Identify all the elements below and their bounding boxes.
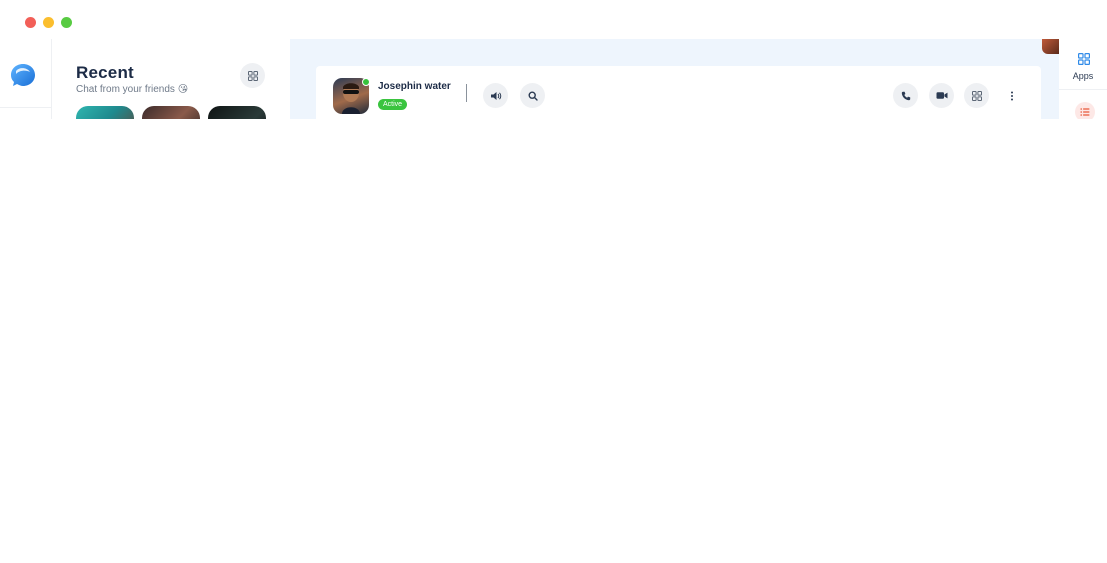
grid-icon — [247, 70, 258, 81]
header-divider — [466, 84, 467, 102]
apps-nav-button[interactable]: Apps — [1059, 39, 1107, 90]
right-rail: Apps — [1059, 39, 1107, 119]
online-status-dot — [362, 78, 370, 86]
more-vertical-icon — [1010, 91, 1013, 100]
story-avatar[interactable] — [142, 106, 200, 119]
apps-grid-icon — [1078, 53, 1090, 65]
speaker-button[interactable] — [483, 83, 508, 108]
recent-grid-button[interactable] — [240, 63, 265, 88]
video-call-button[interactable] — [929, 83, 954, 108]
maximize-window-button[interactable] — [61, 17, 72, 28]
video-icon — [936, 92, 947, 99]
chat-header: Josephin water Active — [316, 66, 1041, 119]
chat-app: Recent Chat from your friends 😘 Josephin… — [0, 39, 1107, 119]
recent-panel: Recent Chat from your friends 😘 — [52, 39, 290, 119]
close-window-button[interactable] — [25, 17, 36, 28]
story-avatar[interactable] — [208, 106, 266, 119]
story-avatar[interactable] — [76, 106, 134, 119]
left-nav-rail — [0, 39, 52, 119]
list-nav-button[interactable] — [1075, 102, 1095, 119]
apps-button[interactable] — [964, 83, 989, 108]
search-button[interactable] — [520, 83, 545, 108]
search-icon — [527, 90, 538, 101]
more-options-button[interactable] — [999, 83, 1024, 108]
list-icon — [1080, 108, 1090, 116]
grid-icon — [971, 90, 982, 101]
chat-area: Josephin water Active — [290, 39, 1059, 119]
recent-title: Recent — [76, 63, 134, 82]
app-window: Recent Chat from your friends 😘 Josephin… — [0, 0, 1107, 563]
phone-icon — [901, 91, 910, 100]
apps-label: Apps — [1072, 71, 1094, 81]
title-bar — [0, 0, 1107, 40]
contact-name[interactable]: Josephin water — [378, 81, 451, 92]
user-avatar[interactable] — [1042, 39, 1059, 54]
voice-call-button[interactable] — [893, 83, 918, 108]
logo-container[interactable] — [0, 39, 51, 108]
recent-subtitle: Chat from your friends 😘 — [76, 84, 189, 95]
status-badge: Active — [378, 99, 408, 110]
chat-bubble-logo-icon — [11, 64, 35, 86]
minimize-window-button[interactable] — [43, 17, 54, 28]
speaker-icon — [490, 91, 501, 100]
